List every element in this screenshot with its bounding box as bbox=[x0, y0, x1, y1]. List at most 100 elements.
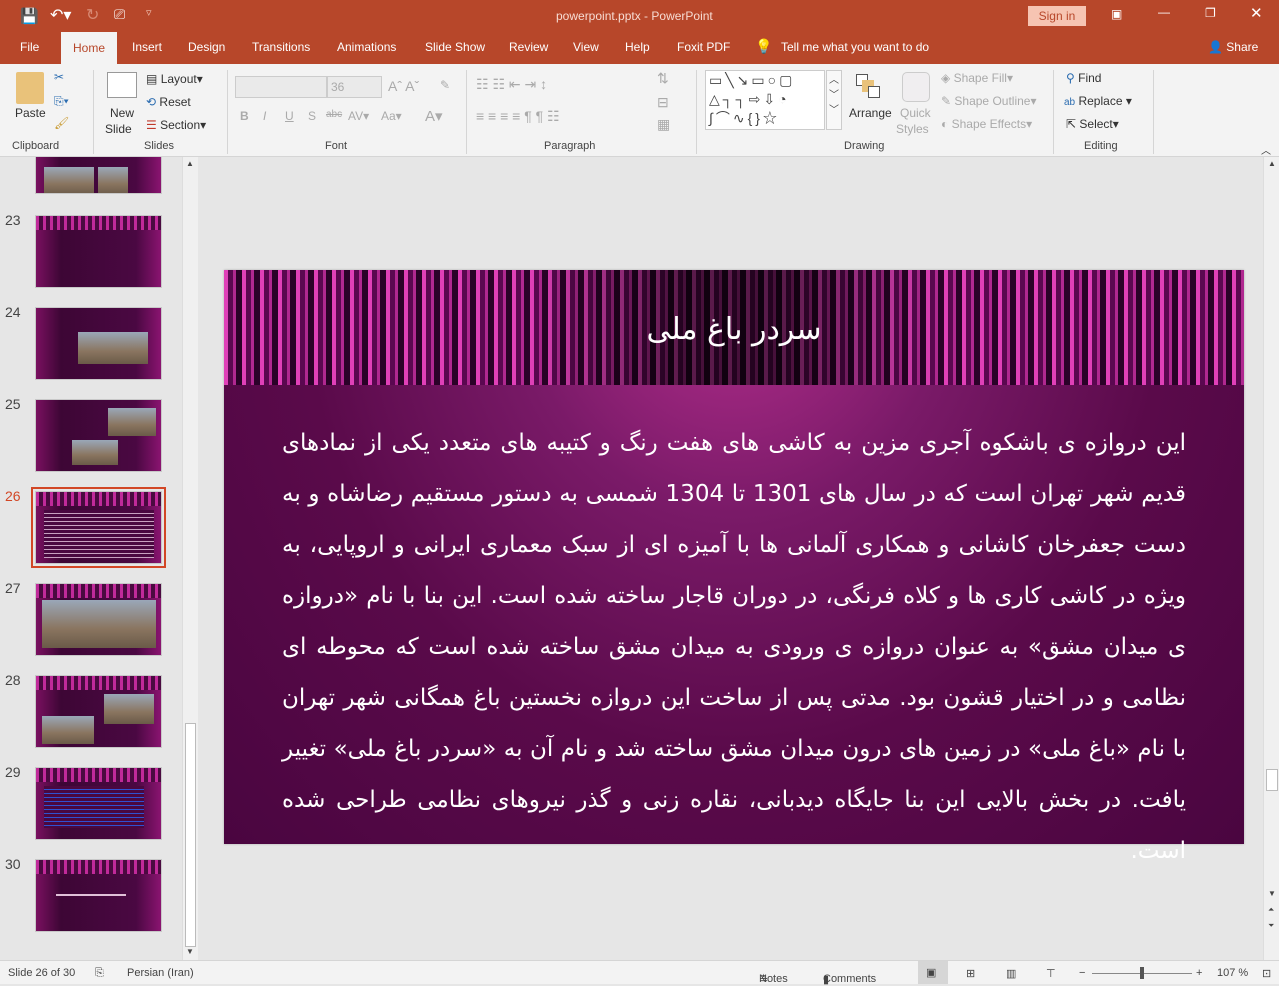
scroll-down-icon[interactable]: ▼ bbox=[1268, 889, 1276, 898]
shapes-gallery[interactable]: ▭╲↘▭○▢ △┐┐⇨⇩◔ ∫⌒∿{}☆ bbox=[705, 70, 825, 130]
previous-slide-icon[interactable]: ⏶ bbox=[1268, 905, 1274, 915]
reset-button[interactable]: ⟲ Reset bbox=[146, 95, 191, 109]
strikethrough-icon[interactable]: abc bbox=[326, 109, 342, 120]
collapse-ribbon-icon[interactable]: ︿ bbox=[1261, 142, 1271, 157]
new-slide-icon[interactable] bbox=[107, 72, 137, 98]
font-name-select[interactable] bbox=[235, 76, 327, 98]
section-button[interactable]: ☰ Section▾ bbox=[146, 118, 206, 132]
spell-check-icon[interactable]: ⎘ bbox=[95, 967, 104, 980]
clear-formatting-icon[interactable]: ✎ bbox=[440, 78, 450, 92]
shapes-gallery-scroll[interactable]: ︿ ﹀ ﹀ bbox=[826, 70, 842, 130]
slide-thumbnail-30[interactable] bbox=[35, 859, 162, 932]
slide-scrollbar[interactable]: ▲ ▼ ⏶ ⏷ bbox=[1263, 157, 1279, 960]
zoom-in-button[interactable]: + bbox=[1196, 967, 1202, 979]
slide-thumbnail-23[interactable] bbox=[35, 215, 162, 288]
zoom-level[interactable]: 107 % bbox=[1217, 967, 1248, 979]
start-slideshow-icon[interactable]: ⎚ bbox=[114, 6, 125, 23]
grow-font-icon[interactable]: Aˆ Aˇ bbox=[388, 78, 419, 94]
slide-thumbnail-24[interactable] bbox=[35, 307, 162, 380]
replace-button[interactable]: ab Replace ▾ bbox=[1064, 94, 1132, 108]
customize-toolbar-icon[interactable]: ▿ bbox=[146, 6, 152, 19]
smartart-icon[interactable]: ▦ bbox=[657, 116, 670, 133]
paint-bucket-icon: ◈ bbox=[941, 71, 951, 85]
italic-icon[interactable]: I bbox=[263, 109, 266, 123]
paste-button[interactable]: Paste bbox=[15, 106, 46, 120]
shape-fill-button[interactable]: ◈ Shape Fill▾ bbox=[941, 71, 1013, 85]
ribbon-display-options-icon[interactable]: ▣ bbox=[1111, 7, 1122, 21]
paste-icon[interactable] bbox=[16, 72, 44, 104]
redo-icon[interactable]: ↻ bbox=[86, 5, 99, 25]
shadow-icon[interactable]: S bbox=[308, 109, 316, 123]
slide-thumbnail-25[interactable] bbox=[35, 399, 162, 472]
sign-in-button[interactable]: Sign in bbox=[1028, 6, 1086, 26]
new-slide-button[interactable]: New bbox=[110, 106, 134, 120]
thumbnail-scrollbar[interactable]: ▲ ▼ bbox=[182, 157, 198, 960]
next-slide-icon[interactable]: ⏷ bbox=[1268, 921, 1274, 931]
save-icon[interactable]: 💾 bbox=[20, 7, 39, 25]
format-painter-icon[interactable]: 🖌 bbox=[54, 116, 69, 130]
arrange-button[interactable]: Arrange bbox=[849, 106, 892, 120]
quick-styles-button[interactable]: Quick bbox=[900, 106, 931, 120]
change-case-icon[interactable]: Aa▾ bbox=[381, 109, 402, 123]
slide-thumbnail-29[interactable] bbox=[35, 767, 162, 840]
scroll-up-icon[interactable]: ▲ bbox=[186, 159, 194, 168]
tab-home[interactable]: Home bbox=[61, 32, 118, 64]
undo-icon[interactable]: ↶▾ bbox=[50, 5, 71, 25]
restore-icon[interactable]: ❐ bbox=[1205, 6, 1216, 20]
thumbnail-scroll-thumb[interactable] bbox=[185, 723, 196, 947]
title-bar: 💾 ↶▾ ↻ ⎚ ▿ powerpoint.pptx - PowerPoint … bbox=[0, 0, 1279, 32]
zoom-slider-thumb[interactable] bbox=[1140, 967, 1144, 979]
slide-thumbnail-28[interactable] bbox=[35, 675, 162, 748]
slide-thumbnail-26[interactable] bbox=[31, 487, 166, 568]
slide-canvas[interactable]: سردر باغ ملی این دروازه ی باشکوه آجری مز… bbox=[224, 270, 1244, 864]
shape-outline-button[interactable]: ✎ Shape Outline▾ bbox=[941, 94, 1037, 108]
slide-body-text[interactable]: این دروازه ی باشکوه آجری مزین به کاشی ها… bbox=[282, 418, 1186, 877]
slide-thumbnail-22[interactable] bbox=[35, 157, 162, 194]
tab-file[interactable]: File bbox=[20, 40, 39, 54]
minimize-icon[interactable]: — bbox=[1158, 5, 1170, 19]
copy-icon[interactable]: ⎘▾ bbox=[54, 94, 69, 109]
person-icon: 👤 bbox=[1208, 40, 1223, 54]
reading-view-button[interactable]: ▥ bbox=[1006, 967, 1016, 980]
underline-icon[interactable]: U bbox=[285, 109, 294, 123]
close-icon[interactable]: ✕ bbox=[1250, 4, 1263, 22]
layout-button[interactable]: ▤ Layout▾ bbox=[146, 72, 203, 86]
tab-transitions[interactable]: Transitions bbox=[252, 40, 310, 54]
fit-slide-icon[interactable]: ⊡ bbox=[1262, 967, 1271, 980]
tab-design[interactable]: Design bbox=[188, 40, 225, 54]
tab-review[interactable]: Review bbox=[509, 40, 548, 54]
align-icons[interactable]: ≡ ≡ ≡ ≡ ¶ ¶ ☷ bbox=[476, 108, 560, 125]
cut-icon[interactable]: ✂ bbox=[54, 70, 64, 84]
find-button[interactable]: ⚲ Find bbox=[1066, 71, 1101, 85]
share-button[interactable]: 👤 Share bbox=[1208, 40, 1258, 54]
slide-title[interactable]: سردر باغ ملی bbox=[224, 312, 1244, 347]
text-direction-icon[interactable]: ⇅ bbox=[657, 70, 669, 87]
tab-foxit-pdf[interactable]: Foxit PDF bbox=[677, 40, 730, 54]
bold-icon[interactable]: B bbox=[240, 109, 249, 123]
select-button[interactable]: ⇱ Select▾ bbox=[1066, 117, 1119, 131]
slide-sorter-button[interactable]: ⊞ bbox=[966, 967, 975, 980]
align-text-icon[interactable]: ⊟ bbox=[657, 94, 669, 111]
tab-animations[interactable]: Animations bbox=[337, 40, 396, 54]
character-spacing-icon[interactable]: AV▾ bbox=[348, 109, 369, 123]
tab-slide-show[interactable]: Slide Show bbox=[425, 40, 485, 54]
zoom-out-button[interactable]: − bbox=[1079, 967, 1085, 979]
normal-view-button[interactable]: ▣ bbox=[918, 961, 948, 984]
font-size-select[interactable]: 36 bbox=[327, 76, 382, 98]
scroll-up-icon[interactable]: ▲ bbox=[1268, 159, 1276, 168]
scroll-down-icon[interactable]: ▼ bbox=[186, 947, 194, 956]
language-indicator[interactable]: Persian (Iran) bbox=[127, 967, 194, 979]
shape-effects-button[interactable]: ◐ Shape Effects▾ bbox=[941, 117, 1032, 131]
new-slide-label[interactable]: Slide bbox=[105, 122, 132, 136]
tab-help[interactable]: Help bbox=[625, 40, 650, 54]
shape-fill-label: Shape Fill bbox=[953, 71, 1007, 85]
slide-thumbnail-27[interactable] bbox=[35, 583, 162, 656]
tab-view[interactable]: View bbox=[573, 40, 599, 54]
slideshow-button[interactable]: ⊤ bbox=[1046, 967, 1056, 980]
slide-scroll-thumb[interactable] bbox=[1266, 769, 1278, 791]
font-color-icon[interactable]: A▾ bbox=[425, 107, 443, 125]
bullets-icon[interactable]: ☷ ☷ ⇤ ⇥ ↕ bbox=[476, 76, 547, 93]
quick-styles-label[interactable]: Styles bbox=[896, 122, 929, 136]
tell-me-search[interactable]: Tell me what you want to do bbox=[781, 40, 929, 54]
tab-insert[interactable]: Insert bbox=[132, 40, 162, 54]
